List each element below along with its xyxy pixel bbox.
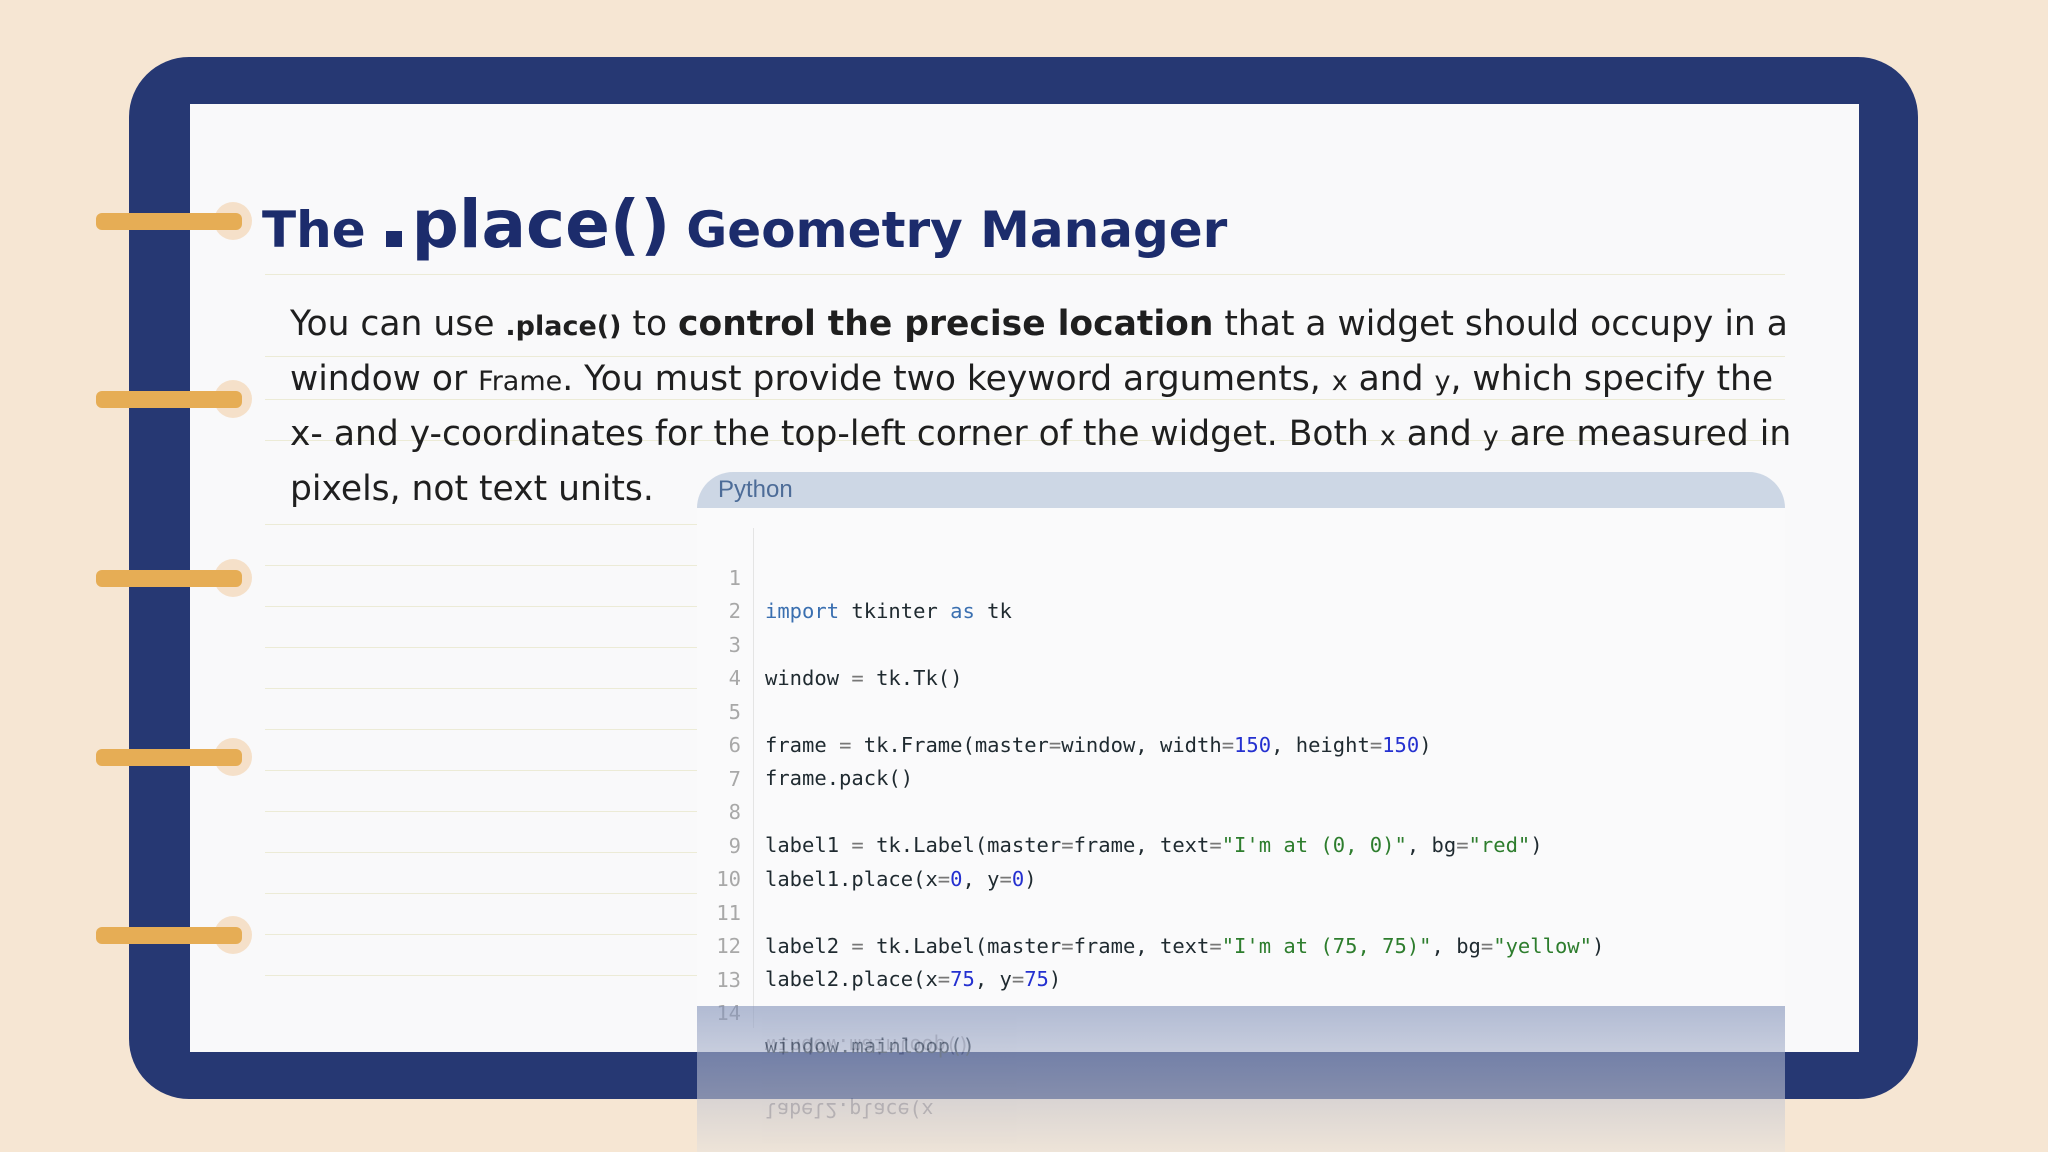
code-line: 11 label2 = tk.Label(master=frame, text=… xyxy=(697,864,1785,958)
paragraph-line: x- and y-coordinates for the top-left co… xyxy=(290,407,1791,462)
text: to xyxy=(621,304,679,344)
inline-code: y xyxy=(1434,366,1451,397)
title-code: place() xyxy=(411,186,671,263)
paragraph-line: window or Frame. You must provide two ke… xyxy=(290,352,1773,407)
paragraph-line: You can use .place() to control the prec… xyxy=(290,297,1788,352)
binder-ring xyxy=(96,927,242,944)
code-block: 1 import tkinter as tk 2 3 window = tk.T… xyxy=(697,508,1785,1058)
text: , which specify the xyxy=(1450,359,1774,399)
text: . You must provide two keyword arguments… xyxy=(562,359,1332,399)
code-line: 4 xyxy=(697,629,1785,690)
title-word: Geometry Manager xyxy=(686,201,1228,259)
ruled-line xyxy=(265,565,698,566)
title-dot xyxy=(385,231,402,247)
code-line: 3 window = tk.Tk() xyxy=(697,596,1785,690)
ruled-line xyxy=(265,524,698,525)
code-language-tab: Python xyxy=(697,472,1785,508)
inline-code: y xyxy=(1482,421,1499,452)
binder-ring xyxy=(96,213,242,230)
ruled-line xyxy=(265,934,698,935)
text: and xyxy=(1347,359,1435,399)
ruled-line xyxy=(265,893,698,894)
reflection-text: window.mainloop() xyxy=(765,1034,970,1058)
code-line: 12 label2.place(x=75, y=75) xyxy=(697,897,1785,991)
code-line: 7 xyxy=(697,730,1785,791)
inline-code: Frame xyxy=(478,366,563,397)
text: window or xyxy=(290,359,479,399)
text: and xyxy=(1395,414,1483,454)
ruled-line xyxy=(265,770,698,771)
ruled-line xyxy=(265,811,698,812)
title-word: The xyxy=(262,201,366,259)
code-line: 1 import tkinter as tk xyxy=(697,529,1785,623)
code-line: 2 xyxy=(697,562,1785,623)
code-line: 13 xyxy=(697,931,1785,992)
page-title: The place() Geometry Manager xyxy=(262,186,1227,276)
code-line: 6 frame.pack() xyxy=(697,696,1785,790)
code-line: 5 frame = tk.Frame(master=window, width=… xyxy=(697,663,1785,757)
inline-code: .place() xyxy=(505,311,622,342)
ruled-line xyxy=(265,606,698,607)
ruled-line xyxy=(265,852,698,853)
inline-code: x xyxy=(1379,421,1396,452)
code-line: 14 window.mainloop() xyxy=(697,964,1785,1058)
ruled-line xyxy=(265,975,698,976)
bold-text: control the precise location xyxy=(678,304,1214,344)
text: that a widget should occupy in a xyxy=(1213,304,1788,344)
binder-ring xyxy=(96,391,242,408)
binder-ring xyxy=(96,749,242,766)
binder-ring xyxy=(96,570,242,587)
code-block-reflection: window.mainloop() label2.place(x xyxy=(697,1006,1785,1152)
inline-code: x xyxy=(1331,366,1348,397)
text: x- and y-coordinates for the top-left co… xyxy=(290,414,1380,454)
code-line: 9 label1.place(x=0, y=0) xyxy=(697,797,1785,891)
ruled-line xyxy=(265,688,698,689)
text: are measured in xyxy=(1498,414,1792,454)
code-line: 10 xyxy=(697,830,1785,891)
ruled-line xyxy=(265,647,698,648)
ruled-line xyxy=(265,729,698,730)
reflection-text: label2.place(x xyxy=(765,1098,934,1122)
code-line: 8 label1 = tk.Label(master=frame, text="… xyxy=(697,763,1785,857)
code-language-label: Python xyxy=(718,476,793,503)
text: You can use xyxy=(290,304,506,344)
